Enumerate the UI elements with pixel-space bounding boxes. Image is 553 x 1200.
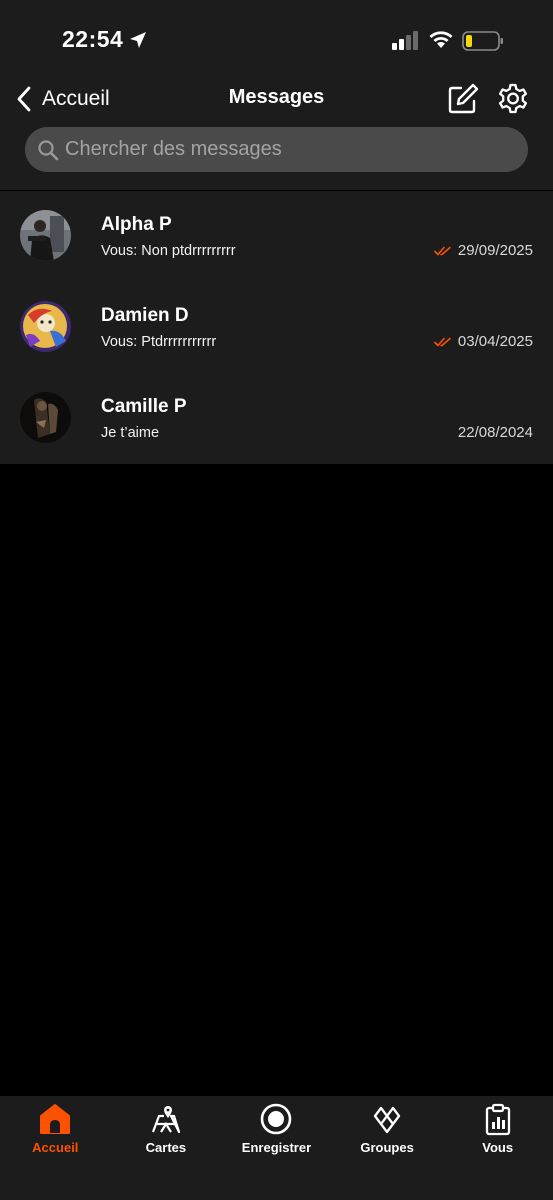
conversation-meta: 03/04/2025 xyxy=(434,333,533,350)
status-time: 22:54 xyxy=(62,26,124,52)
conversation-meta: 29/09/2025 xyxy=(434,242,533,259)
tab-label: Accueil xyxy=(32,1140,79,1155)
tab-accueil[interactable]: Accueil xyxy=(0,1096,111,1200)
tab-label: Vous xyxy=(482,1140,514,1155)
wifi-icon xyxy=(429,31,453,48)
tab-bar: Accueil Cartes Enregistrer Groupes Vous xyxy=(0,1096,553,1200)
double-check-icon xyxy=(434,246,451,255)
record-icon xyxy=(261,1103,292,1135)
search-icon xyxy=(38,139,59,160)
conversation-meta: 22/08/2024 xyxy=(458,424,533,441)
battery-icon xyxy=(462,31,503,51)
tab-cartes[interactable]: Cartes xyxy=(111,1096,222,1200)
location-arrow-icon xyxy=(130,32,146,48)
avatar xyxy=(20,301,71,352)
status-bar: 22:54 xyxy=(0,0,553,80)
tab-label: Enregistrer xyxy=(241,1140,312,1155)
tab-vous[interactable]: Vous xyxy=(442,1096,553,1200)
avatar xyxy=(20,210,71,261)
tab-label: Cartes xyxy=(145,1140,187,1155)
chevron-left-icon xyxy=(17,86,31,112)
conversation-name: Damien D xyxy=(101,305,189,326)
conversation-item[interactable]: Alpha P Vous: Non ptdrrrrrrrrr 29/09/202… xyxy=(0,191,553,282)
tab-label: Groupes xyxy=(360,1140,414,1155)
empty-content-area xyxy=(0,464,553,1096)
conversation-list: Alpha P Vous: Non ptdrrrrrrrrr 29/09/202… xyxy=(0,191,553,464)
conversation-item[interactable]: Damien D Vous: Ptdrrrrrrrrrrr 03/04/2025 xyxy=(0,282,553,373)
settings-gear-icon[interactable] xyxy=(496,82,530,116)
conversation-preview: Je t’aime xyxy=(101,425,160,441)
clipboard-chart-icon xyxy=(485,1103,510,1136)
groups-icon xyxy=(373,1106,401,1134)
conversation-date: 22/08/2024 xyxy=(457,424,533,441)
back-label: Accueil xyxy=(42,87,110,110)
tab-groupes[interactable]: Groupes xyxy=(332,1096,443,1200)
conversation-date: 03/04/2025 xyxy=(457,333,533,350)
conversation-item[interactable]: Camille P Je t’aime 22/08/2024 xyxy=(0,373,553,464)
search-input[interactable] xyxy=(65,138,505,161)
tab-enregistrer[interactable]: Enregistrer xyxy=(221,1096,332,1200)
conversation-name: Camille P xyxy=(101,396,187,417)
cellular-signal-icon xyxy=(392,31,418,50)
double-check-icon xyxy=(434,337,451,346)
home-icon xyxy=(40,1104,71,1134)
back-button[interactable]: Accueil xyxy=(14,80,110,118)
compose-icon[interactable] xyxy=(446,82,480,116)
conversation-date: 29/09/2025 xyxy=(457,242,533,259)
map-icon xyxy=(151,1106,180,1134)
search-bar[interactable] xyxy=(25,127,528,172)
avatar xyxy=(20,392,71,443)
conversation-preview: Vous: Ptdrrrrrrrrrrr xyxy=(101,334,217,350)
conversation-name: Alpha P xyxy=(101,214,172,235)
conversation-preview: Vous: Non ptdrrrrrrrrr xyxy=(101,243,236,259)
